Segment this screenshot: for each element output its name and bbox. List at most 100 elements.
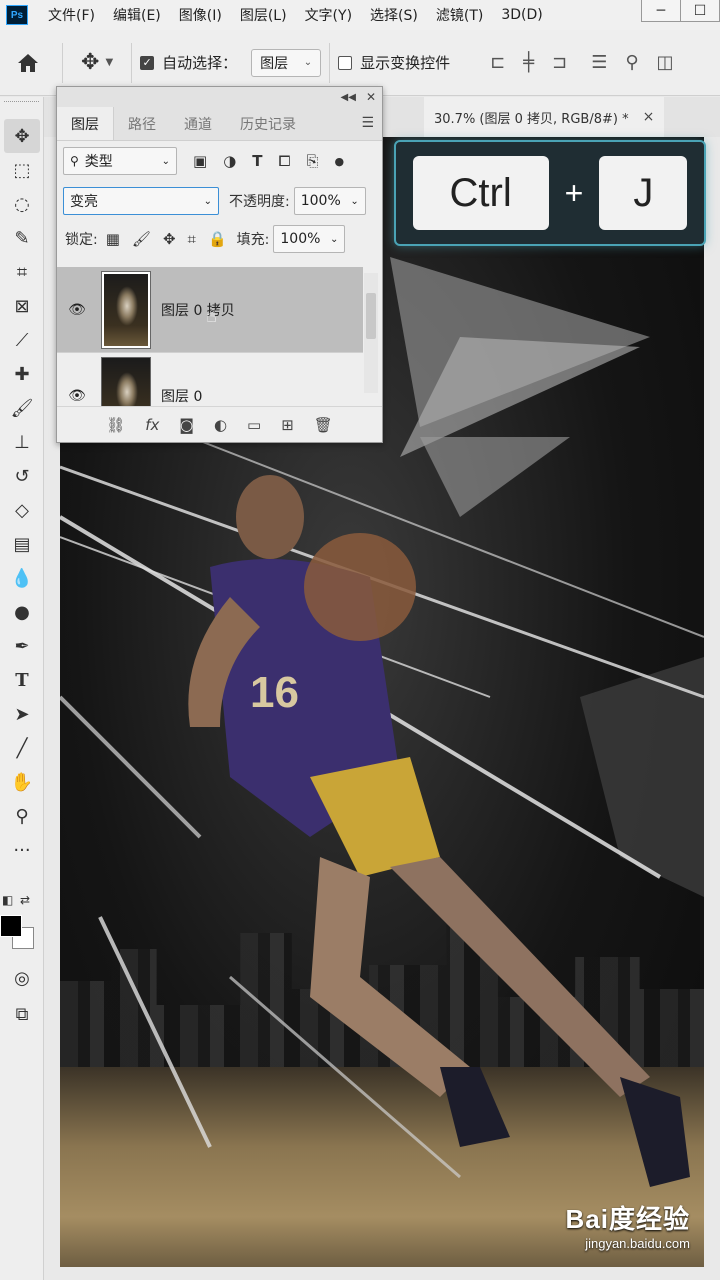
collapse-panel-icon[interactable]: ◀◀ — [341, 92, 356, 103]
quick-select-tool-icon[interactable]: ✎ — [4, 221, 40, 255]
menu-edit[interactable]: 编辑(E) — [113, 5, 161, 25]
menu-select[interactable]: 选择(S) — [370, 5, 418, 25]
document-tab[interactable]: 30.7% (图层 0 拷贝, RGB/8#) * × — [424, 97, 665, 137]
swap-colors-icon[interactable]: ⇄ — [20, 893, 30, 907]
menu-image[interactable]: 图像(I) — [179, 5, 222, 25]
menu-3d[interactable]: 3D(D) — [501, 7, 542, 23]
move-tool-icon[interactable]: ✥ — [4, 119, 40, 153]
zoom-tool-icon[interactable]: ⚲ — [4, 799, 40, 833]
auto-select-checkbox[interactable]: ✓ — [140, 55, 155, 70]
brush-tool-icon[interactable]: 🖌 — [4, 391, 40, 425]
watermark-url: jingyan.baidu.com — [585, 1236, 690, 1251]
layer-name[interactable]: 图层 0 — [161, 386, 202, 406]
divider — [329, 42, 331, 83]
tab-history[interactable]: 历史记录 — [226, 107, 310, 140]
panel-tabs: 图层 路径 通道 历史记录 ☰ — [57, 107, 382, 141]
layer-style-icon[interactable]: fx — [145, 416, 159, 434]
marquee-tool-icon[interactable]: ⬚ — [4, 153, 40, 187]
chevron-down-icon: ⌄ — [303, 57, 313, 68]
foreground-color-swatch[interactable] — [0, 915, 22, 937]
close-icon[interactable]: × — [643, 109, 655, 125]
add-mask-icon[interactable]: ◙ — [179, 416, 194, 434]
panel-menu-icon[interactable]: ☰ — [361, 115, 374, 131]
line-tool-icon[interactable]: ╱ — [4, 731, 40, 765]
path-select-tool-icon[interactable]: ➤ — [4, 697, 40, 731]
type-filter-icon[interactable]: T — [252, 152, 262, 170]
menu-type[interactable]: 文字(Y) — [305, 5, 352, 25]
close-icon[interactable]: ✕ — [366, 90, 376, 104]
scrollbar-thumb[interactable] — [366, 293, 376, 339]
menu-layer[interactable]: 图层(L) — [240, 5, 287, 25]
search-icon: ⚲ — [70, 154, 79, 168]
fill-field[interactable]: 100% ⌄ — [273, 225, 346, 253]
menu-file[interactable]: 文件(F) — [48, 5, 95, 25]
smart-object-filter-icon[interactable]: ⎘ — [307, 152, 319, 170]
type-tool-icon[interactable]: T — [4, 663, 40, 697]
tools-panel: ✥ ⬚ ◌ ✎ ⌗ ⊠ ⟋ ✚ 🖌 ⊥ ↺ ◇ ▤ 💧 ● ✒ T ➤ ╱ ✋ … — [0, 97, 44, 1280]
ctrl-key: Ctrl — [412, 156, 549, 230]
visibility-eye-icon[interactable]: 👁 — [57, 302, 97, 318]
frame-tool-icon[interactable]: ⊠ — [4, 289, 40, 323]
layers-scrollbar[interactable] — [364, 273, 378, 393]
align-right-icon[interactable]: ⊐ — [552, 52, 567, 73]
lock-transparent-icon[interactable]: ▦ — [106, 230, 120, 248]
lock-pixels-icon[interactable]: 🖌 — [132, 230, 151, 248]
layer-name[interactable]: 图层 0 拷贝 — [161, 300, 235, 320]
new-layer-icon[interactable]: ⊞ — [281, 416, 294, 434]
healing-brush-tool-icon[interactable]: ✚ — [4, 357, 40, 391]
chevron-down-icon[interactable]: ▼ — [105, 57, 113, 68]
tab-paths[interactable]: 路径 — [114, 107, 170, 140]
workspace-icon[interactable]: ◫ — [657, 52, 674, 73]
chevron-down-icon: ⌄ — [203, 195, 212, 207]
pen-tool-icon[interactable]: ✒ — [4, 629, 40, 663]
visibility-eye-icon[interactable]: 👁 — [57, 388, 97, 404]
blur-tool-icon[interactable]: 💧 — [4, 561, 40, 595]
dodge-tool-icon[interactable]: ● — [4, 595, 40, 629]
home-icon[interactable] — [16, 51, 40, 75]
menu-filter[interactable]: 滤镜(T) — [436, 5, 483, 25]
new-group-icon[interactable]: ▭ — [247, 416, 261, 434]
layer-filter-dropdown[interactable]: ⚲ 类型 ⌄ — [63, 147, 177, 175]
minimize-button[interactable]: ─ — [641, 0, 681, 22]
pixel-filter-icon[interactable]: ▣ — [193, 152, 207, 170]
opacity-field[interactable]: 100% ⌄ — [293, 187, 366, 215]
default-colors-icon[interactable]: ◧ — [2, 893, 13, 907]
toolbar-grip[interactable] — [4, 101, 39, 115]
adjustment-layer-icon[interactable]: ◐ — [214, 416, 227, 434]
more-tools-icon[interactable]: ··· — [4, 833, 40, 867]
plus-sign: + — [564, 174, 584, 211]
gradient-tool-icon[interactable]: ▤ — [4, 527, 40, 561]
auto-select-target-dropdown[interactable]: 图层 ⌄ — [251, 48, 322, 77]
lasso-tool-icon[interactable]: ◌ — [4, 187, 40, 221]
panel-title-bar[interactable]: ◀◀ ✕ — [57, 87, 382, 107]
lock-position-icon[interactable]: ✥ — [163, 230, 176, 248]
screen-mode-icon[interactable]: ⧉ — [4, 997, 40, 1031]
lock-artboard-icon[interactable]: ⌗ — [188, 230, 196, 248]
blend-mode-dropdown[interactable]: 变亮 ⌄ — [63, 187, 219, 215]
align-left-icon[interactable]: ⊏ — [490, 52, 505, 73]
align-center-icon[interactable]: ╪ — [523, 52, 534, 73]
watermark: Bai度经验 jingyan.baidu.com — [566, 1199, 690, 1251]
layer-thumbnail — [101, 356, 151, 407]
lock-all-icon[interactable]: 🔒 — [208, 230, 227, 248]
link-layers-icon[interactable]: ⛓ — [106, 416, 125, 434]
eyedropper-tool-icon[interactable]: ⟋ — [4, 323, 40, 357]
adjustment-filter-icon[interactable]: ◑ — [223, 152, 236, 170]
hand-tool-icon[interactable]: ✋ — [4, 765, 40, 799]
tab-channels[interactable]: 通道 — [170, 107, 226, 140]
history-brush-tool-icon[interactable]: ↺ — [4, 459, 40, 493]
filter-toggle-icon[interactable]: ● — [335, 155, 345, 168]
stamp-tool-icon[interactable]: ⊥ — [4, 425, 40, 459]
move-tool-icon[interactable]: ✥ — [81, 50, 99, 75]
maximize-button[interactable]: ☐ — [680, 0, 720, 22]
tab-layers[interactable]: 图层 — [57, 107, 114, 140]
shape-filter-icon[interactable]: ⧠ — [279, 152, 291, 170]
distribute-icon[interactable]: ☰ — [591, 52, 607, 73]
search-icon[interactable]: ⚲ — [625, 52, 638, 73]
delete-layer-icon[interactable]: 🗑 — [314, 416, 333, 434]
show-transform-checkbox[interactable] — [338, 55, 353, 70]
crop-tool-icon[interactable]: ⌗ — [4, 255, 40, 289]
eraser-tool-icon[interactable]: ◇ — [4, 493, 40, 527]
quick-mask-icon[interactable]: ◎ — [4, 961, 40, 995]
list-item[interactable]: 👁 图层 0 — [57, 353, 363, 407]
